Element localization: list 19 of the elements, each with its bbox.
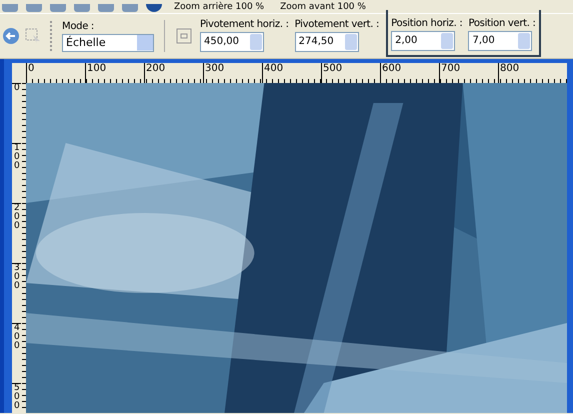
zoom-button[interactable]: Zoom avant 100 % — [276, 1, 370, 12]
zoom-button[interactable]: Zoom arrière 100 % — [170, 1, 268, 12]
number-field[interactable]: 7,00 — [468, 30, 532, 50]
toolbar-icon[interactable] — [122, 4, 138, 12]
reset-icon[interactable] — [2, 27, 20, 45]
toolbar-icon[interactable] — [98, 4, 114, 12]
number-field[interactable]: 2,00 — [391, 30, 456, 50]
mode-label: Mode : — [62, 20, 95, 32]
field-label: Pivotement horiz. : — [200, 18, 289, 30]
number-field[interactable]: 274,50 — [294, 32, 359, 52]
field-label: Position horiz. : — [391, 18, 462, 28]
toolbar-icon[interactable] — [74, 4, 90, 12]
field-label: Position vert. : — [468, 18, 536, 28]
number-field[interactable]: 450,00 — [200, 32, 264, 52]
frame-icon[interactable] — [175, 27, 193, 45]
field-label: Pivotement vert. : — [294, 18, 380, 30]
pick-icon[interactable] — [24, 27, 42, 45]
toolbar-icon[interactable] — [2, 4, 18, 12]
mode-dropdown[interactable]: Échelle — [62, 34, 154, 52]
